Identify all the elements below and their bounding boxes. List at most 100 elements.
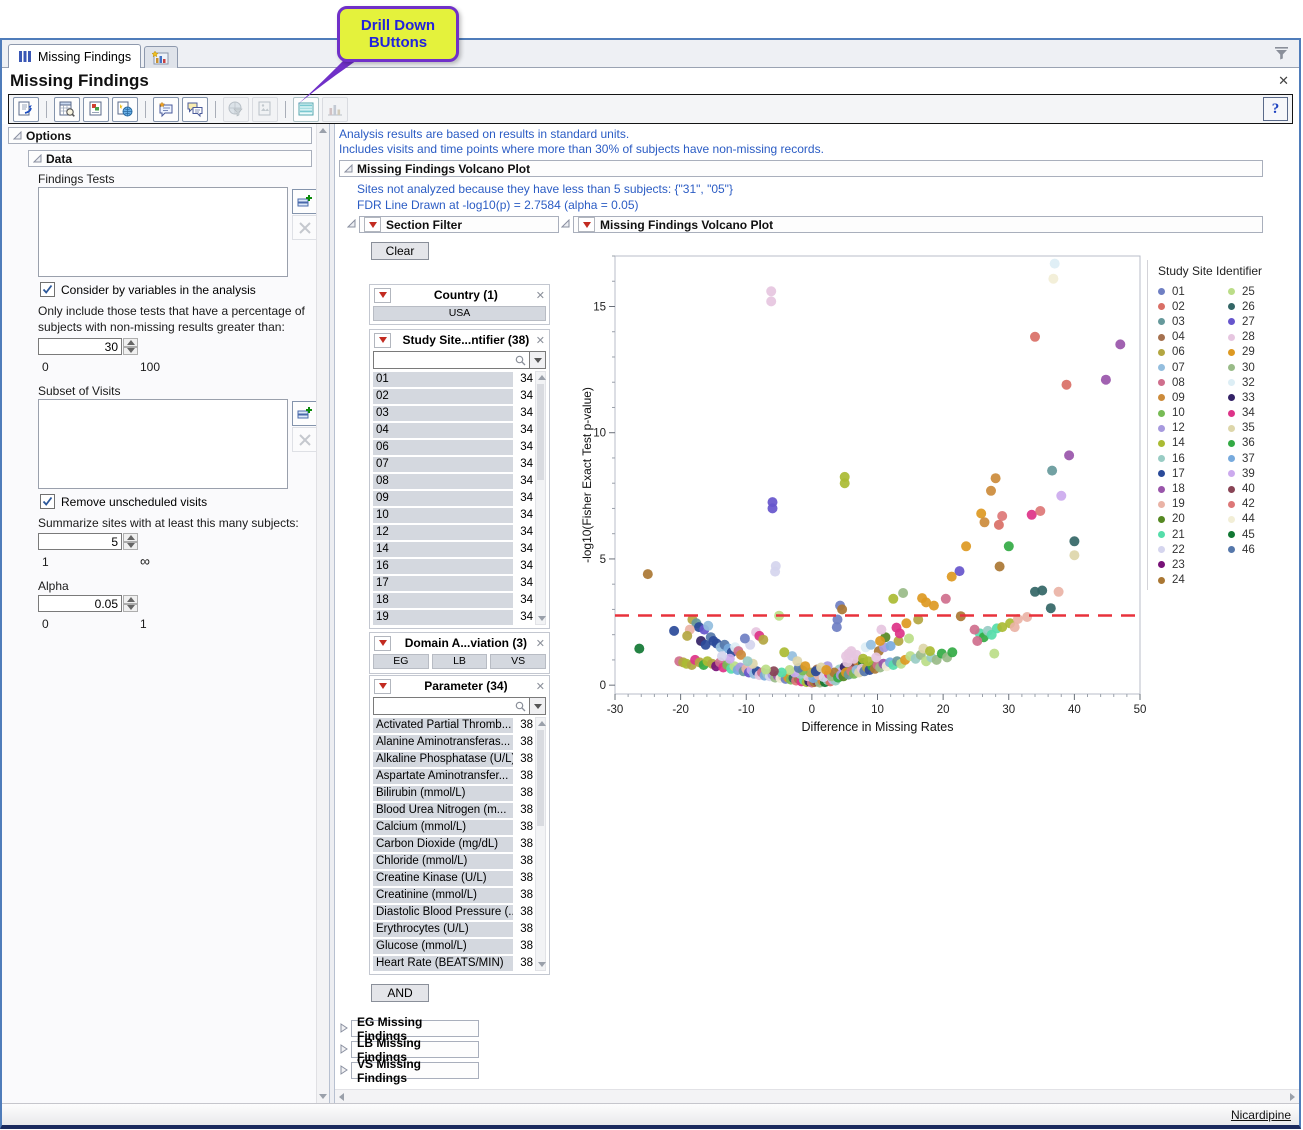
filter-row-label[interactable]: 19 [373, 610, 513, 625]
data-point[interactable] [1050, 259, 1060, 269]
legend-item[interactable]: 03 [1158, 314, 1228, 329]
data-point[interactable] [888, 594, 898, 604]
disclosure-open-icon[interactable] [33, 154, 42, 163]
legend-item[interactable]: 33 [1228, 390, 1298, 405]
filter-row-label[interactable]: 14 [373, 542, 513, 557]
legend-item[interactable]: 28 [1228, 330, 1298, 345]
filter-row[interactable]: 0634 [373, 439, 533, 455]
legend-item[interactable]: 27 [1228, 314, 1298, 329]
red-triangle-menu-icon[interactable] [374, 679, 391, 694]
data-point[interactable] [1047, 466, 1057, 476]
legend-item[interactable]: 16 [1158, 451, 1228, 466]
filter-row-label[interactable]: 08 [373, 474, 513, 489]
data-point[interactable] [1054, 587, 1064, 597]
filter-row-label[interactable]: Bilirubin (mmol/L) [373, 786, 513, 801]
data-point[interactable] [1056, 491, 1066, 501]
data-point[interactable] [997, 511, 1007, 521]
legend-item[interactable]: 04 [1158, 330, 1228, 345]
filter-row[interactable]: 1034 [373, 507, 533, 523]
remove-filter-icon[interactable]: ✕ [536, 680, 545, 693]
filter-row[interactable]: 1434 [373, 541, 533, 557]
filter-row-label[interactable]: Creatinine (mmol/L) [373, 888, 513, 903]
data-point[interactable] [770, 567, 780, 577]
filter-row-label[interactable]: 10 [373, 508, 513, 523]
filter-row-label[interactable]: 03 [373, 406, 513, 421]
red-triangle-menu-icon[interactable] [364, 217, 381, 232]
add-notes-button[interactable] [153, 97, 179, 122]
close-icon[interactable]: ✕ [1278, 73, 1289, 89]
filter-row-label[interactable]: Alanine Aminotransferas... [373, 735, 513, 750]
data-point[interactable] [821, 665, 831, 675]
country-value[interactable]: USA [373, 306, 546, 321]
filter-row[interactable]: Alkaline Phosphatase (U/L)38 [373, 751, 533, 767]
filter-row[interactable]: Bilirubin (mmol/L)38 [373, 785, 533, 801]
legend-item[interactable]: 08 [1158, 375, 1228, 390]
filter-row-label[interactable]: 07 [373, 457, 513, 472]
legend-item[interactable]: 02 [1158, 299, 1228, 314]
parameter-list-scrollbar[interactable] [535, 717, 546, 971]
domain-value-eg[interactable]: EG [373, 654, 429, 669]
filter-row-label[interactable]: 18 [373, 593, 513, 608]
data-point[interactable] [901, 618, 911, 628]
data-point[interactable] [758, 635, 768, 645]
filter-row[interactable]: 1634 [373, 558, 533, 574]
red-triangle-menu-icon[interactable] [578, 217, 595, 232]
data-point[interactable] [842, 657, 852, 667]
remove-filter-icon[interactable]: ✕ [536, 637, 545, 650]
disclosure-closed-icon[interactable] [340, 1023, 348, 1033]
data-point[interactable] [941, 594, 951, 604]
section-filter-header[interactable]: Section Filter [359, 216, 559, 233]
legend-item[interactable]: 40 [1228, 481, 1298, 496]
legend-item[interactable]: 26 [1228, 299, 1298, 314]
checkbox-checked-icon[interactable] [40, 494, 55, 509]
drill-down-table-button[interactable] [293, 97, 319, 122]
filter-row-label[interactable]: Alkaline Phosphatase (U/L) [373, 752, 513, 767]
filter-row-label[interactable]: 04 [373, 423, 513, 438]
legend-item[interactable]: 32 [1228, 375, 1298, 390]
filter-row[interactable]: 0834 [373, 473, 533, 489]
data-point[interactable] [717, 651, 727, 661]
disclosure-closed-icon[interactable] [340, 1065, 348, 1075]
data-point[interactable] [837, 604, 847, 614]
data-point[interactable] [875, 636, 885, 646]
data-point[interactable] [994, 520, 1004, 530]
data-point[interactable] [986, 486, 996, 496]
add-findings-test-button[interactable] [292, 189, 317, 214]
data-point[interactable] [768, 503, 778, 513]
data-point[interactable] [898, 588, 908, 598]
data-point[interactable] [669, 626, 679, 636]
create-web-report-button[interactable] [112, 97, 138, 122]
filter-row[interactable]: Alanine Aminotransferas...38 [373, 734, 533, 750]
legend-item[interactable]: 21 [1158, 527, 1228, 542]
checkbox-checked-icon[interactable] [40, 282, 55, 297]
legend-item[interactable]: 10 [1158, 406, 1228, 421]
search-dropdown-button[interactable] [530, 351, 546, 369]
save-report-button[interactable] [83, 97, 109, 122]
filter-row-label[interactable]: Diastolic Blood Pressure (... [373, 905, 513, 920]
data-point[interactable] [961, 541, 971, 551]
data-point[interactable] [743, 656, 753, 666]
percent-spinner[interactable] [123, 338, 138, 355]
filter-row[interactable]: 0934 [373, 490, 533, 506]
data-point[interactable] [991, 473, 1001, 483]
search-dropdown-button[interactable] [530, 697, 546, 715]
filter-row[interactable]: 1734 [373, 575, 533, 591]
legend-item[interactable]: 18 [1158, 481, 1228, 496]
data-point[interactable] [947, 572, 957, 582]
options-header[interactable]: Options [8, 127, 312, 144]
filter-row-label[interactable]: 06 [373, 440, 513, 455]
legend-item[interactable]: 25 [1228, 284, 1298, 299]
data-point[interactable] [876, 625, 886, 635]
volcano-plot-header-2[interactable]: Missing Findings Volcano Plot [573, 216, 1263, 233]
summarize-spinner[interactable] [123, 533, 138, 550]
tab-missing-findings[interactable]: Missing Findings [8, 44, 141, 68]
remove-unscheduled-checkbox[interactable]: Remove unscheduled visits [40, 494, 207, 509]
legend-item[interactable]: 06 [1158, 345, 1228, 360]
data-point[interactable] [925, 646, 935, 656]
data-point[interactable] [1101, 375, 1111, 385]
filter-row[interactable]: 0134 [373, 371, 533, 387]
data-point[interactable] [1004, 541, 1014, 551]
tab-chart[interactable] [144, 46, 178, 68]
site-list-scrollbar[interactable] [535, 371, 546, 625]
section-eg-missing-findings[interactable]: EG Missing Findings [351, 1020, 479, 1037]
